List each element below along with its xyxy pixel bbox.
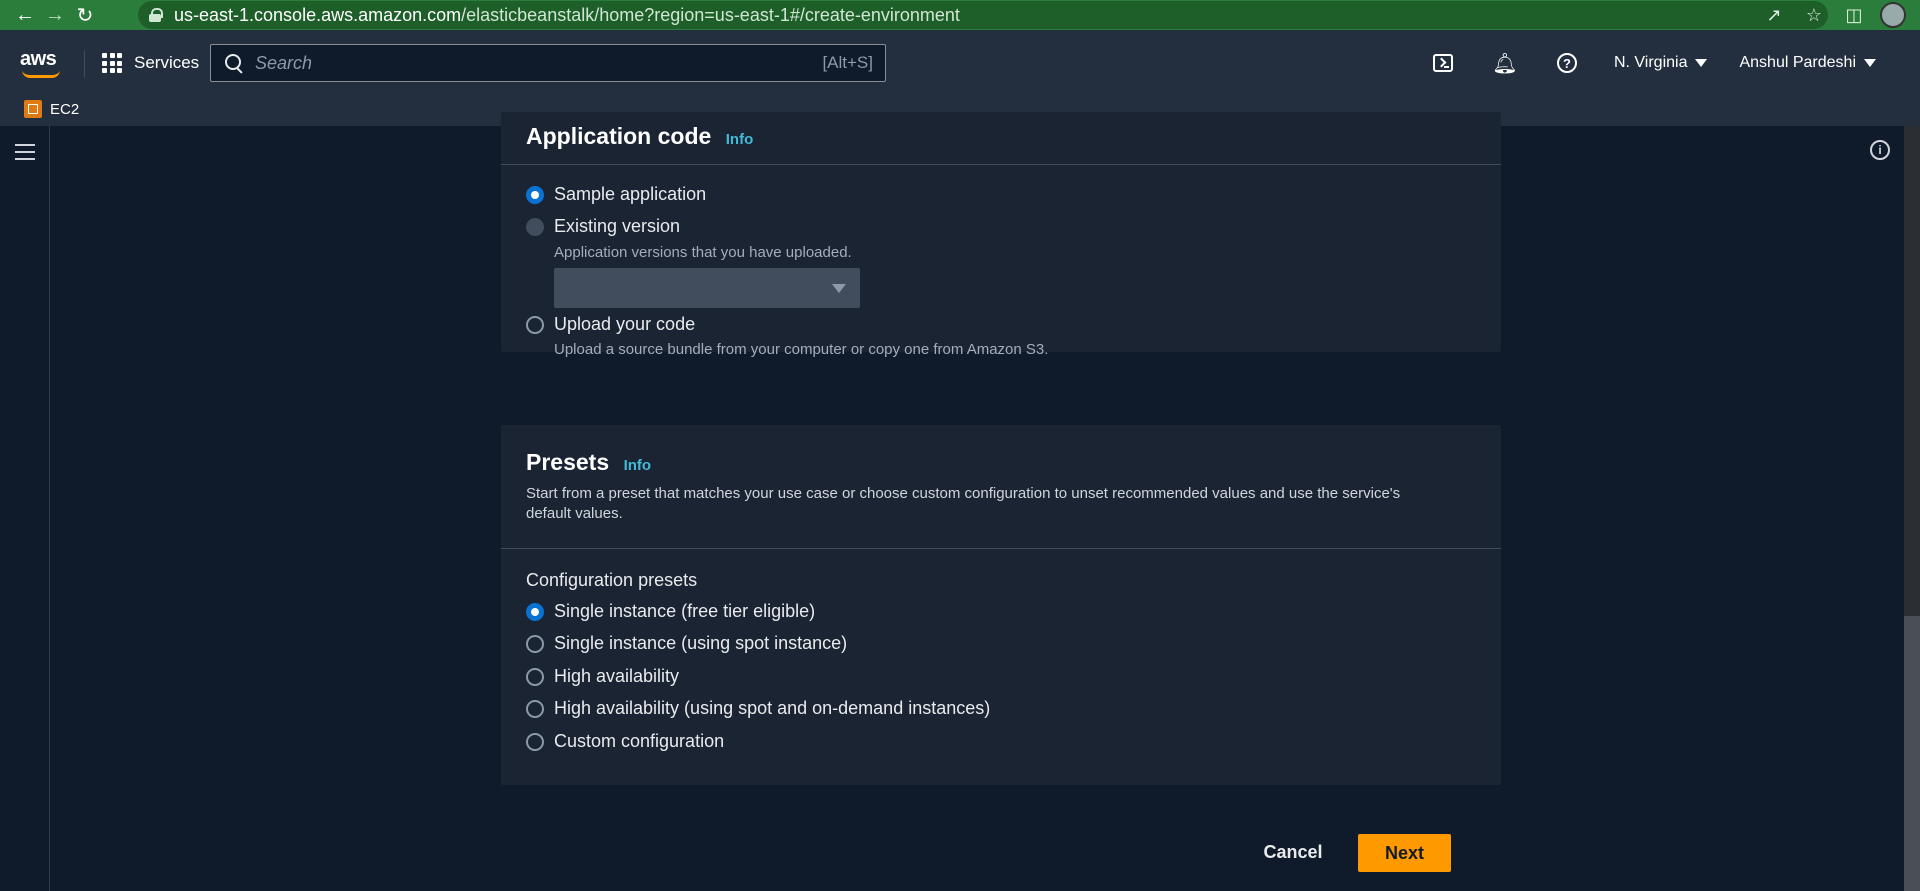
help-button[interactable]: ? <box>1536 44 1598 82</box>
panel-divider <box>501 548 1501 549</box>
region-selector[interactable]: N. Virginia <box>1598 44 1724 82</box>
application-code-info-link[interactable]: Info <box>726 131 754 148</box>
radio-button[interactable] <box>526 732 544 751</box>
bell-icon: 🔔︎ <box>1492 52 1518 75</box>
url-host: us-east-1.console.aws.amazon.com <box>174 4 462 25</box>
services-menu-button[interactable]: Services <box>102 48 199 78</box>
user-label: Anshul Pardeshi <box>1739 54 1856 71</box>
region-label: N. Virginia <box>1613 54 1688 71</box>
radio-label: Custom configuration <box>554 731 725 751</box>
radio-button[interactable] <box>526 315 544 334</box>
back-arrow-icon[interactable]: ← <box>10 0 40 30</box>
presets-info-link[interactable]: Info <box>624 457 652 474</box>
caret-down-icon <box>832 284 846 293</box>
favorite-ec2[interactable]: EC2 <box>24 98 79 120</box>
radio-label: Existing version <box>554 216 681 236</box>
presets-panel: Presets Info Start from a preset that ma… <box>501 425 1501 785</box>
caret-down-icon <box>1864 59 1876 67</box>
radio-label: Single instance (free tier eligible) <box>554 601 816 621</box>
star-icon[interactable]: ☆ <box>1794 0 1834 30</box>
side-navigation-rail <box>0 126 50 891</box>
main-content: Application code Info Sample application… <box>51 112 1850 891</box>
cancel-button[interactable]: Cancel <box>1243 833 1343 871</box>
application-code-panel: Application code Info Sample application… <box>501 112 1501 358</box>
notifications-button[interactable]: 🔔︎ <box>1474 44 1536 82</box>
presets-description: Start from a preset that matches your us… <box>526 485 1401 522</box>
scrollbar-thumb[interactable] <box>1904 616 1920 891</box>
favorite-label: EC2 <box>50 100 80 118</box>
caret-down-icon <box>1695 59 1708 67</box>
radio-sample-application[interactable]: Sample application <box>526 184 706 205</box>
radio-hint: Upload a source bundle from your compute… <box>554 341 1049 358</box>
lock-icon <box>148 8 163 22</box>
search-box[interactable]: [Alt+S] <box>210 44 886 82</box>
share-icon[interactable]: ↗ <box>1754 0 1794 30</box>
radio-preset-custom[interactable]: Custom configuration <box>526 731 724 752</box>
menu-icon[interactable] <box>15 144 35 160</box>
reload-icon[interactable]: ↻ <box>70 0 100 30</box>
help-icon: ? <box>1556 53 1577 73</box>
radio-existing-version[interactable]: Existing version <box>526 216 680 237</box>
panel-divider <box>501 164 1501 165</box>
address-bar[interactable]: us-east-1.console.aws.amazon.com/elastic… <box>138 1 1828 29</box>
radio-label: Upload your code <box>554 314 696 334</box>
radio-button[interactable] <box>526 602 544 621</box>
aws-smile-icon <box>22 70 60 78</box>
configuration-presets-label: Configuration presets <box>526 570 698 590</box>
profile-avatar[interactable] <box>1880 2 1906 28</box>
next-button[interactable]: Next <box>1358 834 1451 872</box>
radio-button[interactable] <box>526 217 544 236</box>
radio-label: Sample application <box>554 184 707 204</box>
radio-preset-high-availability[interactable]: High availability <box>526 666 679 687</box>
search-input[interactable] <box>255 52 815 74</box>
radio-preset-high-availability-spot[interactable]: High availability (using spot and on-dem… <box>526 698 990 719</box>
radio-label: Single instance (using spot instance) <box>554 633 848 653</box>
aws-logo[interactable]: aws <box>20 48 64 82</box>
application-code-title: Application code <box>526 123 712 149</box>
radio-upload-your-code[interactable]: Upload your code <box>526 314 695 335</box>
aws-logo-text: aws <box>20 48 57 70</box>
side-panel-icon[interactable]: ◫ <box>1834 0 1874 30</box>
ec2-icon <box>24 100 42 118</box>
browser-toolbar: ← → ↻ us-east-1.console.aws.amazon.com/e… <box>0 0 1920 30</box>
radio-hint: Application versions that you have uploa… <box>554 244 852 261</box>
services-label: Services <box>134 53 200 72</box>
cloudshell-button[interactable] <box>1412 44 1474 82</box>
tools-rail: i <box>1850 126 1920 891</box>
radio-label: High availability (using spot and on-dem… <box>554 698 991 718</box>
radio-button[interactable] <box>526 634 544 653</box>
radio-button[interactable] <box>526 185 544 204</box>
radio-button[interactable] <box>526 667 544 686</box>
application-version-select <box>554 268 860 308</box>
radio-preset-single-spot[interactable]: Single instance (using spot instance) <box>526 633 847 654</box>
grid-icon <box>102 53 122 73</box>
radio-button[interactable] <box>526 699 544 718</box>
info-icon[interactable]: i <box>1870 140 1890 160</box>
account-menu[interactable]: Anshul Pardeshi <box>1723 44 1920 82</box>
forward-arrow-icon[interactable]: → <box>40 0 70 30</box>
search-icon <box>225 54 243 72</box>
search-shortcut-hint: [Alt+S] <box>822 53 873 72</box>
nav-divider <box>84 50 85 78</box>
radio-label: High availability <box>554 666 680 686</box>
presets-title: Presets <box>526 449 610 475</box>
cloudshell-icon <box>1432 54 1453 72</box>
url-path: /elasticbeanstalk/home?region=us-east-1#… <box>461 4 960 25</box>
radio-preset-single-free-tier[interactable]: Single instance (free tier eligible) <box>526 601 815 622</box>
